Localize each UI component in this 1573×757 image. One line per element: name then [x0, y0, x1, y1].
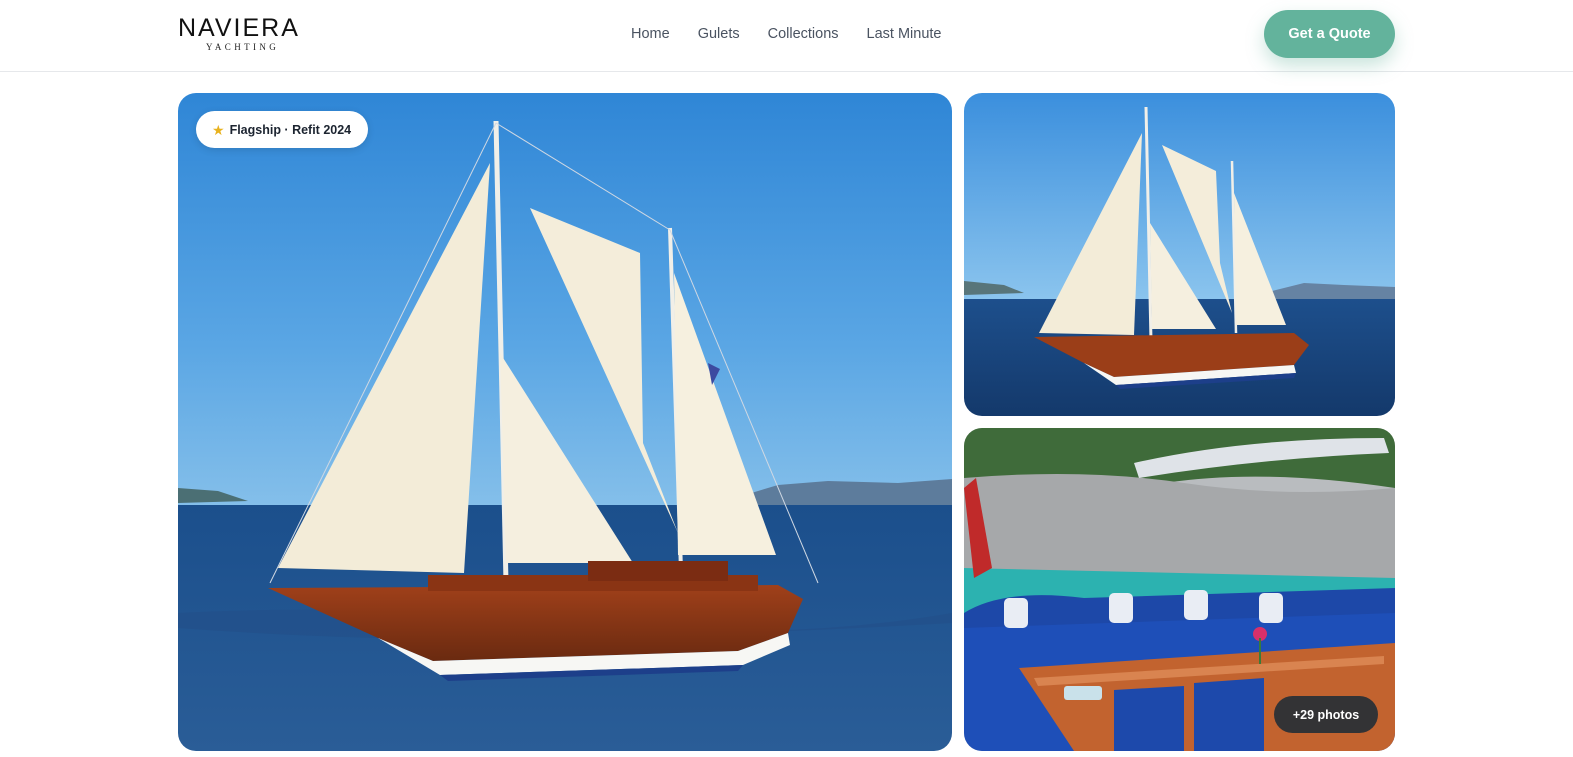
star-icon: ★	[212, 121, 225, 138]
site-header: NAVIERA YACHTING Home Gulets Collections…	[0, 0, 1573, 72]
brand-logo[interactable]: NAVIERA YACHTING	[178, 15, 318, 55]
nav-item-home[interactable]: Home	[631, 24, 670, 44]
gulet-sailing-image	[178, 93, 952, 751]
nav-item-last-minute[interactable]: Last Minute	[867, 24, 942, 44]
nav-item-collections[interactable]: Collections	[768, 24, 839, 44]
main-photo-gulet-sailing[interactable]	[178, 93, 952, 751]
gulet-side-image	[964, 93, 1395, 416]
get-quote-button[interactable]: Get a Quote	[1264, 10, 1395, 58]
more-photos-button[interactable]: +29 photos	[1274, 696, 1378, 733]
brand-name: NAVIERA	[178, 14, 300, 42]
flagship-badge: ★ Flagship · Refit 2024	[196, 111, 369, 148]
nav-item-gulets[interactable]: Gulets	[698, 24, 740, 44]
main-nav: Home Gulets Collections Last Minute	[631, 24, 970, 44]
brand-tagline: YACHTING	[206, 42, 280, 52]
flagship-badge-label: Flagship · Refit 2024	[229, 122, 352, 137]
photo-gulet-sailing-side[interactable]	[964, 93, 1395, 416]
